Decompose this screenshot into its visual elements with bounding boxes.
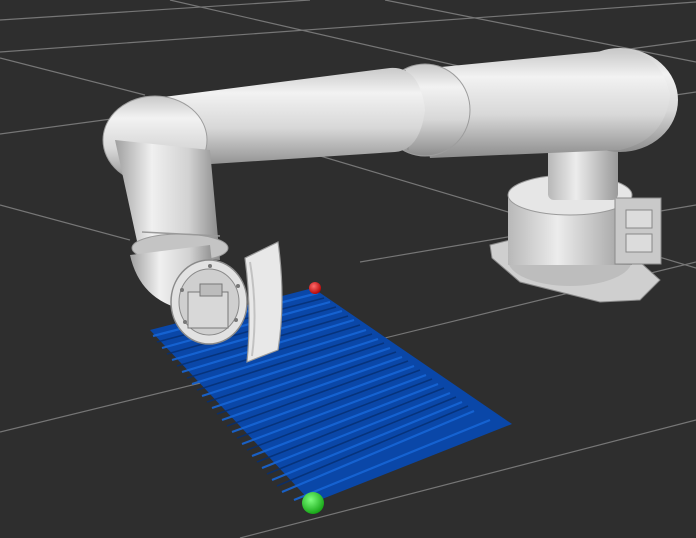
3d-viewport[interactable] <box>0 0 696 538</box>
robot-base <box>489 140 662 303</box>
scene-canvas[interactable] <box>0 0 696 538</box>
end-effector-tool <box>244 241 283 363</box>
end-marker[interactable] <box>309 282 321 294</box>
start-marker[interactable] <box>302 492 324 514</box>
